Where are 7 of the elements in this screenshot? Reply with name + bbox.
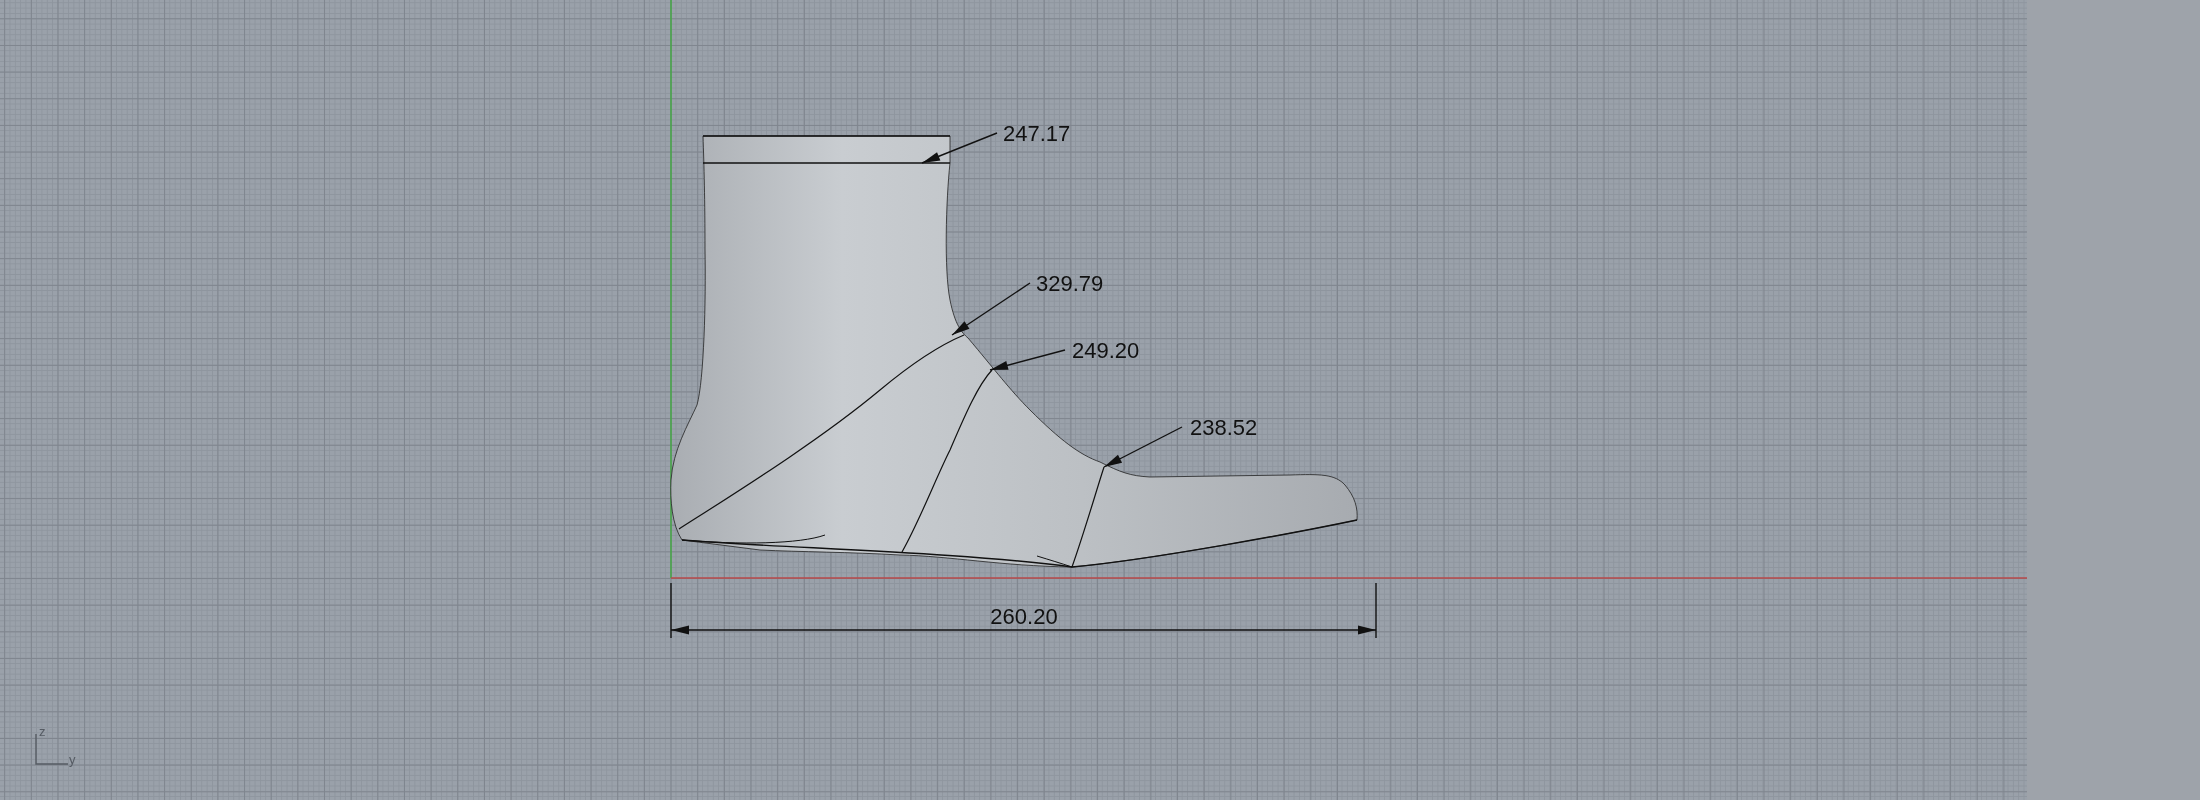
dimension-label: 260.20 xyxy=(990,604,1058,629)
dimension-label: 238.52 xyxy=(1190,415,1258,440)
axis-label: y xyxy=(69,752,76,767)
dimension-label: 247.17 xyxy=(1003,121,1071,146)
dimension-label: 249.20 xyxy=(1072,338,1140,363)
dimension-label: 329.79 xyxy=(1036,271,1104,296)
axis-label: z xyxy=(39,724,46,739)
